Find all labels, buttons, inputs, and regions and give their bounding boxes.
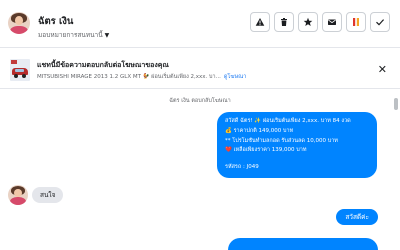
incoming-message-bubble: สนใจ: [32, 187, 64, 203]
mark-icon: [353, 18, 359, 26]
assign-conversation-label: มอบหมายการสนทนานี้: [38, 31, 103, 39]
mark-done-button[interactable]: [370, 12, 390, 32]
ad-message-line: สวัสดี ฉัตร! ✨ ผ่อนเริ่มต้นเพียง 2,xxx. …: [225, 118, 351, 124]
outgoing-message-bubble: สวัสดีค่ะ: [336, 209, 378, 225]
outgoing-message-bubble-partial: [228, 238, 378, 250]
mark-unread-button[interactable]: [322, 12, 342, 32]
star-button[interactable]: [298, 12, 318, 32]
warning-icon: [255, 18, 265, 26]
contact-name[interactable]: ฉัตร เงิน: [38, 14, 73, 29]
replied-to-ad-note: ฉัตร เงิน ตอบกลับโฆษณา: [169, 98, 231, 104]
report-spam-button[interactable]: [250, 12, 270, 32]
trash-icon: [281, 18, 287, 26]
star-icon: [303, 17, 313, 26]
conversation-toolbar: [250, 12, 390, 32]
contact-avatar[interactable]: [8, 12, 30, 34]
ad-message-line: ❤️ เหลือเพียงราคา 139,000 บาท: [225, 147, 307, 154]
check-icon: [376, 19, 385, 26]
ad-banner-details: MITSUBISHI MIRAGE 2013 1.2 GLX MT 🐓 ผ่อน…: [37, 73, 246, 81]
ad-message-bubble: สวัสดี ฉัตร! ✨ ผ่อนเริ่มต้นเพียง 2,xxx. …: [217, 112, 377, 178]
ad-banner-title: แชทนี้มีข้อความตอบกลับต่อโฆษณาของคุณ: [37, 61, 169, 69]
assign-conversation-dropdown[interactable]: มอบหมายการสนทนานี้ ▼: [38, 30, 109, 40]
conversation-header: ฉัตร เงิน มอบหมายการสนทนานี้ ▼: [0, 0, 400, 48]
ad-message-line: ** โปรโมชั่นทำมลกอด รับส่วนลด 10,000 บาท: [225, 137, 338, 144]
envelope-icon: [328, 19, 336, 25]
ad-text: MITSUBISHI MIRAGE 2013 1.2 GLX MT 🐓 ผ่อน…: [37, 74, 221, 80]
car-code: รหัสรถ : J049: [225, 164, 259, 171]
close-icon[interactable]: ✕: [378, 63, 387, 76]
follow-up-button[interactable]: [346, 12, 366, 32]
delete-button[interactable]: [274, 12, 294, 32]
ad-reply-banner: แชทนี้มีข้อความตอบกลับต่อโฆษณาของคุณ MIT…: [0, 56, 400, 86]
caret-down-icon: ▼: [104, 31, 110, 39]
ad-message-line: 💰 ราคาปกติ 149,000 บาท: [225, 127, 294, 134]
sender-avatar[interactable]: [8, 185, 28, 205]
view-ad-link[interactable]: ดูโฆษณา: [224, 74, 246, 80]
ad-thumbnail: [10, 59, 30, 81]
